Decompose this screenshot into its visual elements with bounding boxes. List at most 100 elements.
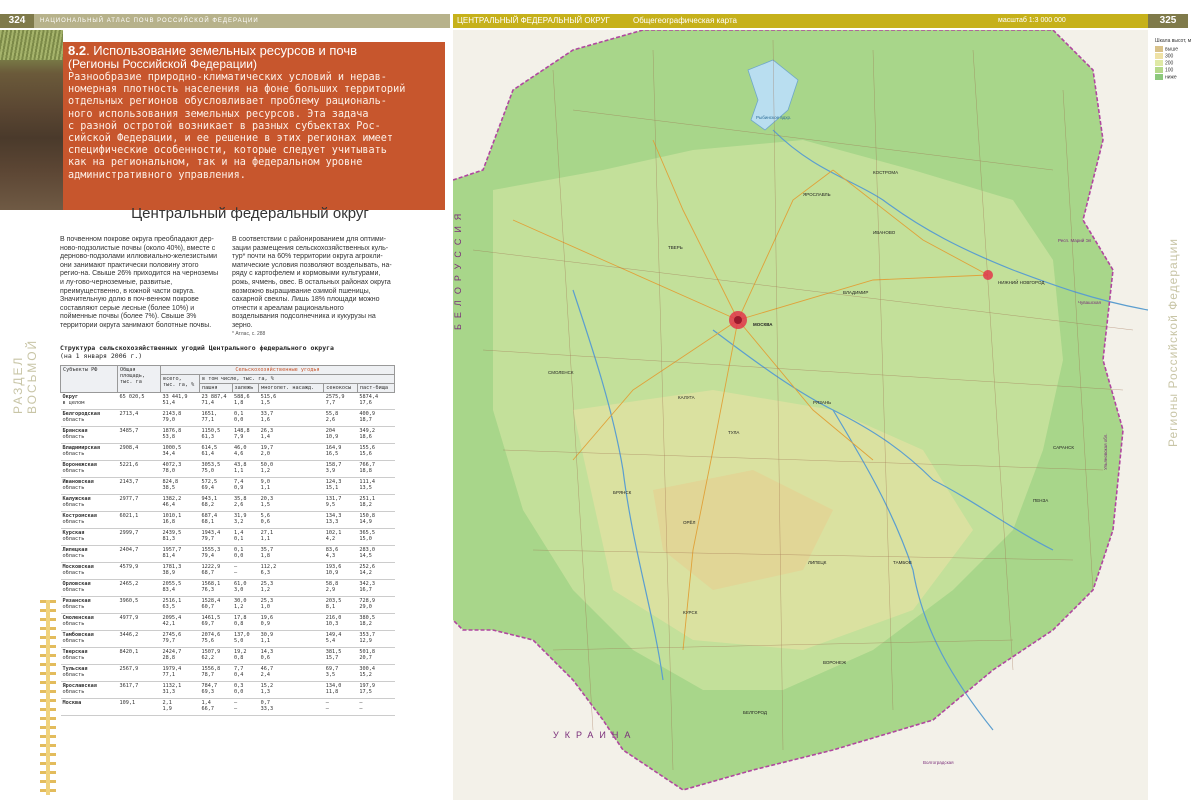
paragraph-soil-cover: В почвенном покрове округа преобладают д… bbox=[60, 236, 219, 329]
cell-subject: Московская область bbox=[60, 562, 118, 580]
cell-area: 2143,7 bbox=[117, 477, 161, 495]
cell-land-type: 1,4 0,1 bbox=[232, 528, 259, 546]
region-vertical-label: Регионы Российской Федерации bbox=[1153, 238, 1193, 450]
cell-land-type: 150,8 14,9 bbox=[357, 511, 395, 529]
table-row: Брянская область 3485,7 1876,8 53,8 1150,5 61,… bbox=[60, 426, 395, 444]
cell-total: 2439,5 81,3 bbox=[160, 528, 200, 546]
cell-total: 1957,7 81,4 bbox=[160, 545, 200, 563]
map-scale: масштаб 1:3 000 000 bbox=[998, 17, 1066, 24]
map-label-orel: ОРЁЛ bbox=[683, 520, 696, 525]
map-label-belarus: БЕЛОРУССИЯ bbox=[453, 207, 463, 330]
map-label-yaroslavl: ЯРОСЛАВЛЬ bbox=[803, 192, 831, 197]
cell-land-type: 134,3 13,3 bbox=[323, 511, 358, 529]
col-head-agri: Сельскохозяйственные угодья bbox=[160, 365, 395, 375]
cell-land-type: 69,7 3,5 bbox=[323, 664, 358, 682]
cell-land-type: 381,5 15,7 bbox=[323, 647, 358, 665]
cell-subject-type: в целом bbox=[62, 400, 85, 406]
table-row: Липецкая область 2404,7 1957,7 81,4 1555,3 79,… bbox=[60, 545, 395, 563]
map-label-ulyanovsk: Ульяновская обл. bbox=[1103, 433, 1108, 470]
cell-subject: Воронежская область bbox=[60, 460, 118, 478]
cell-subject-type: область bbox=[62, 621, 85, 627]
region-vertical-text: Регионы Российской Федерации bbox=[1166, 238, 1180, 447]
map-label-saransk: САРАНСК bbox=[1053, 445, 1074, 450]
legend-swatch bbox=[1155, 74, 1163, 80]
cell-land-type: 20,3 1,5 bbox=[258, 494, 324, 512]
cell-land-type: 515,6 1,5 bbox=[258, 392, 324, 410]
map-label-nizhny: НИЖНИЙ НОВГОРОД bbox=[998, 280, 1045, 285]
cell-total: 2516,1 63,5 bbox=[160, 596, 200, 614]
cell-land-type: 61,0 3,0 bbox=[232, 579, 259, 597]
legend-item: 200 bbox=[1155, 60, 1195, 67]
col-head-land-type: многолет. насажд. bbox=[258, 383, 325, 393]
cell-area: 109,1 bbox=[117, 698, 161, 716]
col-head-land-type: пашня bbox=[199, 383, 233, 393]
cell-land-type: 148,8 7,9 bbox=[232, 426, 259, 444]
section-vertical-text: РАЗДЕЛ ВОСЬМОЙ bbox=[11, 338, 39, 414]
cell-total: 4072,3 78,0 bbox=[160, 460, 200, 478]
cell-land-type: — — bbox=[232, 562, 259, 580]
cell-total: 2745,6 79,7 bbox=[160, 630, 200, 648]
cell-land-type: 2074,6 75,6 bbox=[199, 630, 232, 648]
map-label-moscow: МОСКВА bbox=[753, 322, 773, 327]
chapter-header-box: 8.2. Использование земельных ресурсов и … bbox=[63, 42, 445, 210]
cell-total: 2,1 1,9 bbox=[160, 698, 200, 716]
table-body: Округ в целом 65 020,5 33 441,9 51,4 23 887,4… bbox=[60, 392, 395, 716]
col-head-area: Общая площадь, тыс. га bbox=[117, 365, 161, 393]
cell-land-type: 7,7 0,4 bbox=[232, 664, 259, 682]
cell-land-type: 1568,1 76,3 bbox=[199, 579, 232, 597]
cell-land-type: 7,4 0,9 bbox=[232, 477, 259, 495]
col-head-land-type: сенокосы bbox=[323, 383, 358, 393]
cell-land-type: 3053,5 75,0 bbox=[199, 460, 232, 478]
section-vertical-label: РАЗДЕЛ ВОСЬМОЙ bbox=[10, 280, 40, 414]
text-column-2: В соответствии с районированием для опти… bbox=[232, 236, 392, 331]
cell-land-type: 46,7 2,4 bbox=[258, 664, 324, 682]
map-label-mari-el: Респ. Марий Эл bbox=[1058, 238, 1092, 243]
cell-land-type: 1507,9 62,2 bbox=[199, 647, 232, 665]
cell-area: 2404,7 bbox=[117, 545, 161, 563]
cell-area: 2713,4 bbox=[117, 409, 161, 427]
cell-subject-type: область bbox=[62, 519, 85, 525]
cell-land-type: 164,9 16,5 bbox=[323, 443, 358, 461]
map-label-lipetsk: ЛИПЕЦК bbox=[808, 560, 827, 565]
cell-land-type: 1651, 77,1 bbox=[199, 409, 232, 427]
page-number-right: 325 bbox=[1148, 14, 1188, 28]
table-title: Структура сельскохозяйственных угодий Це… bbox=[60, 344, 334, 360]
cell-land-type: 19,2 0,8 bbox=[232, 647, 259, 665]
cell-land-type: 614,5 61,4 bbox=[199, 443, 232, 461]
table-row: Воронежская область 5221,6 4072,3 78,0 3053,5… bbox=[60, 460, 395, 478]
table-row: Округ в целом 65 020,5 33 441,9 51,4 23 887,4… bbox=[60, 392, 395, 410]
map-label-voronezh: ВОРОНЕЖ bbox=[823, 660, 847, 665]
table-row: Рязанская область 3960,5 2516,1 63,5 1528,4 60… bbox=[60, 596, 395, 614]
cell-land-type: 124,3 15,1 bbox=[323, 477, 358, 495]
cell-land-type: 1150,5 61,3 bbox=[199, 426, 232, 444]
cell-land-type: — — bbox=[232, 698, 259, 716]
legend-label: ниже bbox=[1165, 74, 1177, 81]
cell-total: 1000,5 34,4 bbox=[160, 443, 200, 461]
table-row: Тамбовская область 3446,2 2745,6 79,7 2074,6 7… bbox=[60, 630, 395, 648]
cell-total: 2095,4 42,1 bbox=[160, 613, 200, 631]
cell-land-type: 2575,9 7,7 bbox=[323, 392, 358, 410]
cell-land-type: 203,5 8,1 bbox=[323, 596, 358, 614]
map-label-tver: ТВЕРЬ bbox=[668, 245, 683, 250]
cell-subject: Рязанская область bbox=[60, 596, 118, 614]
cell-land-type: 23 887,4 71,4 bbox=[199, 392, 232, 410]
cell-subject: Курская область bbox=[60, 528, 118, 546]
cell-land-type: 5874,4 17,6 bbox=[357, 392, 395, 410]
map-label-smolensk: СМОЛЕНСК bbox=[548, 370, 574, 375]
cell-land-type: 588,6 1,8 bbox=[232, 392, 259, 410]
cell-land-type: 131,7 9,5 bbox=[323, 494, 358, 512]
cell-area: 5221,6 bbox=[117, 460, 161, 478]
cell-land-type: 14,3 0,6 bbox=[258, 647, 324, 665]
left-page: 324 НАЦИОНАЛЬНЫЙ АТЛАС ПОЧВ РОССИЙСКОЙ Ф… bbox=[0, 0, 450, 800]
cell-land-type: 400,9 18,7 bbox=[357, 409, 395, 427]
map-label-bryansk: БРЯНСК bbox=[613, 490, 632, 495]
cell-area: 3485,7 bbox=[117, 426, 161, 444]
cell-land-type: 193,6 10,9 bbox=[323, 562, 358, 580]
cell-land-type: 111,4 13,5 bbox=[357, 477, 395, 495]
cell-area: 2465,2 bbox=[117, 579, 161, 597]
cell-total: 1781,3 38,9 bbox=[160, 562, 200, 580]
table-row: Ивановская область 2143,7 824,8 38,5 572,5 69,… bbox=[60, 477, 395, 495]
table-row: Курская область 2999,7 2439,5 81,3 1943,4 79,7… bbox=[60, 528, 395, 546]
chapter-subtitle: (Регионы Российской Федерации) bbox=[68, 57, 257, 71]
cell-land-type: 1528,4 60,7 bbox=[199, 596, 232, 614]
